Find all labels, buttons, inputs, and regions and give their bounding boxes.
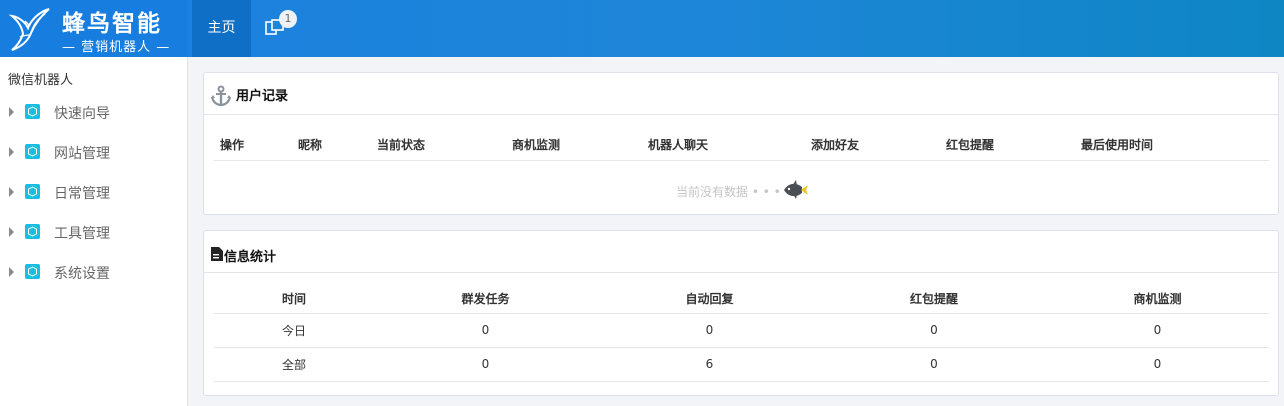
table-header-row: 时间 群发任务 自动回复 红包提醒 商机监测 — [214, 285, 1269, 314]
column-header[interactable]: 操作 — [220, 136, 244, 153]
table-cell: 0 — [597, 313, 822, 348]
brand-logo[interactable]: 蜂鸟智能 — 营销机器人 — — [0, 0, 187, 57]
sidebar-item-label: 工具管理 — [54, 226, 110, 242]
table-cell: 0 — [374, 313, 597, 348]
sidebar-item-site-management[interactable]: 网站管理 — [0, 133, 187, 173]
panel-header: 信息统计 — [204, 231, 1278, 273]
table-cell: 0 — [374, 347, 597, 382]
column-header[interactable]: 商机监测 — [1046, 285, 1269, 314]
caret-right-icon — [9, 107, 14, 117]
sidebar: 微信机器人 快速向导 网站管理 日常管理 工具管理 系统设置 — [0, 57, 188, 406]
panel-header: 用户记录 — [204, 73, 1278, 115]
column-header[interactable]: 机器人聊天 — [648, 136, 708, 153]
cube-icon — [25, 224, 40, 239]
empty-state-text: 当前没有数据 • • • — [676, 185, 781, 199]
document-icon — [211, 247, 223, 261]
sidebar-title: 微信机器人 — [8, 73, 74, 88]
cube-icon — [25, 104, 40, 119]
sidebar-item-quick-guide[interactable]: 快速向导 — [0, 93, 187, 133]
caret-right-icon — [9, 227, 14, 237]
column-header[interactable]: 群发任务 — [374, 285, 597, 314]
column-header[interactable]: 红包提醒 — [822, 285, 1046, 314]
table-cell: 6 — [597, 347, 822, 382]
column-header[interactable]: 添加好友 — [811, 136, 859, 153]
panel-title: 信息统计 — [224, 250, 277, 265]
cube-icon — [25, 264, 40, 279]
cube-icon — [25, 184, 40, 199]
top-header: 蜂鸟智能 — 营销机器人 — 主页 1 — [0, 0, 1284, 57]
table-row[interactable]: 全部 0 6 0 0 — [214, 347, 1269, 382]
column-header[interactable]: 时间 — [214, 285, 374, 314]
sidebar-item-daily-management[interactable]: 日常管理 — [0, 173, 187, 213]
stats-panel: 信息统计 时间 群发任务 自动回复 红包提醒 商机监测 今日 0 0 0 0 全… — [203, 230, 1279, 396]
sidebar-item-label: 日常管理 — [54, 186, 110, 202]
column-header[interactable]: 红包提醒 — [946, 136, 994, 153]
brand-title: 蜂鸟智能 — [62, 11, 162, 37]
window-switcher-button[interactable]: 1 — [260, 8, 302, 48]
caret-right-icon — [9, 187, 14, 197]
caret-right-icon — [9, 267, 14, 277]
table-cell: 0 — [1046, 347, 1269, 382]
hummingbird-logo-icon — [9, 8, 50, 51]
tab-home[interactable]: 主页 — [192, 0, 251, 57]
column-header[interactable]: 最后使用时间 — [1081, 136, 1153, 153]
sidebar-item-label: 网站管理 — [54, 146, 110, 162]
fish-icon — [784, 180, 808, 199]
table-cell: 今日 — [214, 313, 374, 348]
table-row[interactable]: 今日 0 0 0 0 — [214, 313, 1269, 348]
column-header[interactable]: 昵称 — [298, 136, 322, 153]
table-cell: 0 — [1046, 313, 1269, 348]
stats-table: 时间 群发任务 自动回复 红包提醒 商机监测 今日 0 0 0 0 全部 0 6… — [214, 285, 1269, 382]
column-header[interactable]: 自动回复 — [597, 285, 822, 314]
table-cell: 0 — [822, 313, 1046, 348]
sidebar-item-system-settings[interactable]: 系统设置 — [0, 253, 187, 293]
sidebar-item-tool-management[interactable]: 工具管理 — [0, 213, 187, 253]
sidebar-item-label: 快速向导 — [54, 106, 110, 122]
user-records-panel: 用户记录 操作 昵称 当前状态 商机监测 机器人聊天 添加好友 红包提醒 最后使… — [203, 72, 1279, 215]
table-cell: 全部 — [214, 347, 374, 382]
anchor-icon — [210, 85, 232, 107]
table-cell: 0 — [822, 347, 1046, 382]
divider — [214, 160, 1269, 161]
panel-title: 用户记录 — [236, 89, 289, 104]
cube-icon — [25, 144, 40, 159]
notification-badge: 1 — [279, 10, 297, 28]
brand-subtitle: — 营销机器人 — — [62, 40, 171, 55]
column-header[interactable]: 当前状态 — [377, 136, 425, 153]
sidebar-item-label: 系统设置 — [54, 266, 110, 282]
caret-right-icon — [9, 147, 14, 157]
column-header[interactable]: 商机监测 — [512, 136, 560, 153]
